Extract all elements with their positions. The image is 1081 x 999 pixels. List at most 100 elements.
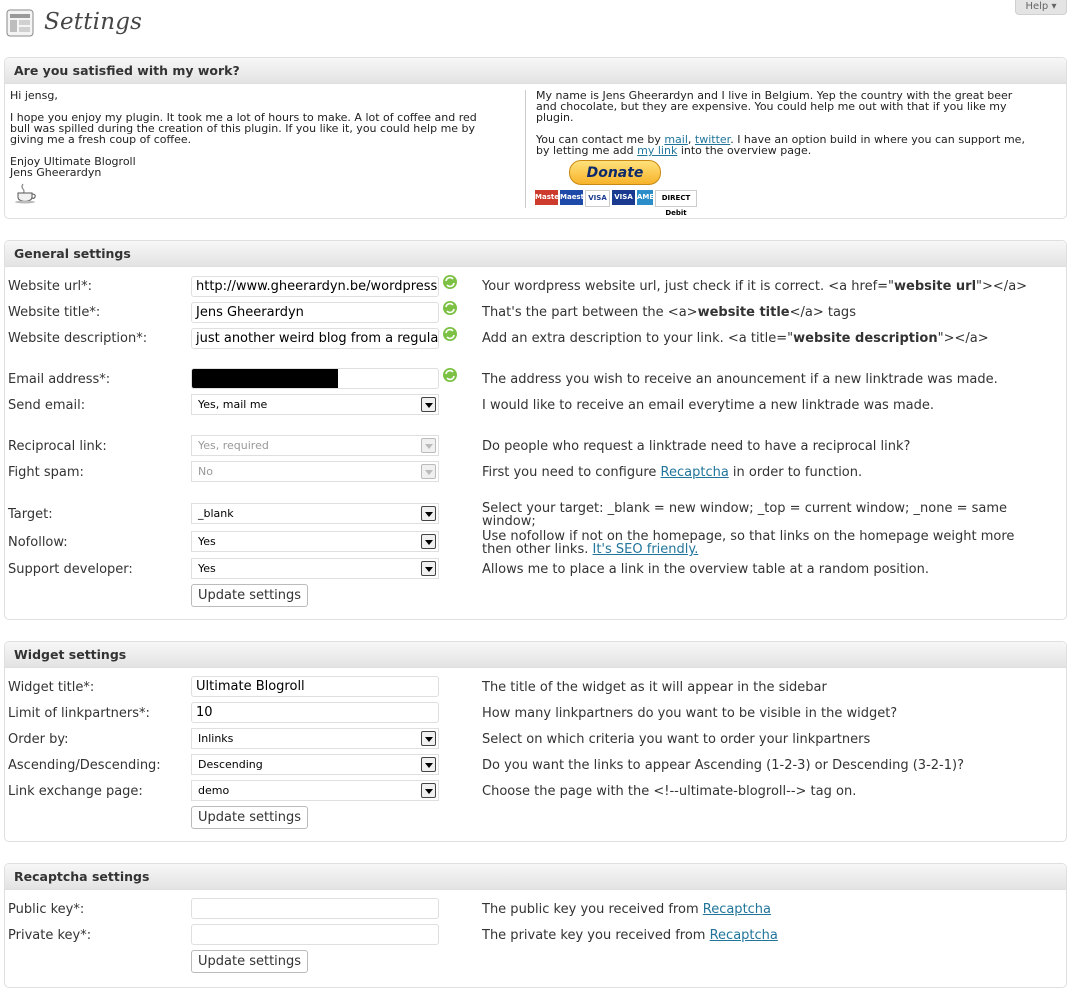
chevron-down-icon: [421, 397, 436, 412]
send-email-description: I would like to receive an email everyti…: [482, 398, 934, 413]
chevron-down-icon: [421, 783, 436, 798]
greeting-text: Hi jensg,: [10, 89, 58, 102]
widget-title-input[interactable]: Ultimate Blogroll: [191, 676, 439, 697]
coffee-cup-icon: [15, 183, 36, 204]
widget-settings-heading: Widget settings: [5, 642, 1066, 668]
public-key-input[interactable]: [191, 898, 439, 919]
support-developer-label: Support developer:: [8, 562, 133, 577]
maestro-icon: Maestro: [560, 190, 592, 205]
recaptcha-link[interactable]: Recaptcha: [710, 928, 778, 943]
recaptcha-settings-heading: Recaptcha settings: [5, 864, 1066, 890]
website-url-label: Website url*:: [8, 279, 93, 294]
target-select[interactable]: _blank: [191, 503, 439, 524]
intro-left-text: Hi jensg, I hope you enjoy my plugin. It…: [10, 90, 477, 178]
reciprocal-label: Reciprocal link:: [8, 439, 107, 454]
help-tab[interactable]: Help ▾: [1015, 0, 1067, 15]
target-label: Target:: [8, 507, 53, 522]
fight-spam-description: First you need to configure Recaptcha in…: [482, 465, 863, 480]
chevron-down-icon: [421, 506, 436, 521]
chevron-down-icon: [421, 731, 436, 746]
recaptcha-link[interactable]: Recaptcha: [661, 465, 729, 480]
chevron-down-icon: [421, 561, 436, 576]
website-url-input[interactable]: http://www.gheerardyn.be/wordpress: [191, 276, 439, 297]
order-by-description: Select on which criteria you want to ord…: [482, 732, 871, 747]
reciprocal-description: Do people who request a linktrade need t…: [482, 439, 911, 454]
satisfaction-heading: Are you satisfied with my work?: [5, 58, 1066, 84]
reciprocal-select: Yes, required: [191, 435, 439, 456]
nofollow-description: Use nofollow if not on the homepage, so …: [482, 529, 1015, 557]
settings-page-icon: [6, 9, 34, 37]
refresh-icon[interactable]: [441, 299, 459, 317]
update-general-settings-button[interactable]: Update settings: [191, 584, 309, 607]
public-key-label: Public key*:: [8, 902, 85, 917]
order-by-select[interactable]: Inlinks: [191, 728, 439, 749]
direct-debit-icon: DIRECT Debit: [655, 190, 697, 217]
send-email-label: Send email:: [8, 398, 86, 413]
mastercard-icon: MasterCard: [535, 190, 581, 205]
amex-icon: AMEX: [637, 190, 660, 205]
email-input[interactable]: [191, 368, 439, 389]
support-text: by letting me add: [536, 144, 638, 157]
exchange-page-select[interactable]: demo: [191, 780, 439, 801]
nofollow-label: Nofollow:: [8, 535, 68, 550]
email-description: The address you wish to receive an anoun…: [482, 372, 998, 387]
email-redaction: [192, 369, 338, 388]
website-description-description: Add an extra description to your link. <…: [482, 331, 989, 346]
page-header: Settings Help ▾: [0, 0, 1081, 50]
fight-spam-label: Fight spam:: [8, 465, 84, 480]
general-settings-heading: General settings: [5, 241, 1066, 267]
website-description-label: Website description*:: [8, 331, 148, 346]
asc-desc-select[interactable]: Descending: [191, 754, 439, 775]
support-developer-description: Allows me to place a link in the overvie…: [482, 562, 929, 577]
limit-label: Limit of linkpartners*:: [8, 706, 150, 721]
private-key-description: The private key you received from Recapt…: [482, 928, 778, 943]
private-key-label: Private key*:: [8, 928, 92, 943]
signature-line: Jens Gheerardyn: [10, 166, 102, 179]
page-title: Settings: [44, 9, 143, 35]
visa-icon: VISA: [585, 190, 610, 207]
website-title-description: That's the part between the <a>website t…: [482, 305, 856, 320]
public-key-description: The public key you received from Recaptc…: [482, 902, 772, 917]
asc-desc-label: Ascending/Descending:: [8, 758, 161, 773]
asc-desc-description: Do you want the links to appear Ascendin…: [482, 758, 964, 773]
update-recaptcha-settings-button[interactable]: Update settings: [191, 950, 309, 973]
recaptcha-link[interactable]: Recaptcha: [703, 902, 771, 917]
send-email-select[interactable]: Yes, mail me: [191, 394, 439, 415]
support-text: into the overview page.: [677, 144, 812, 157]
about-line: plugin.: [536, 111, 574, 124]
widget-title-description: The title of the widget as it will appea…: [482, 680, 827, 695]
my-link-link[interactable]: my link: [637, 144, 677, 157]
website-description-input[interactable]: just another weird blog from a regular: [191, 328, 439, 349]
recaptcha-settings-box: Recaptcha settings: [4, 863, 1067, 988]
payment-cards: MasterCard Maestro VISA VISA AMEX DIRECT…: [535, 190, 697, 217]
intro-paragraph-line: giving me a fresh coup of coffee.: [10, 133, 192, 146]
limit-description: How many linkpartners do you want to be …: [482, 706, 898, 721]
refresh-icon[interactable]: [441, 325, 459, 343]
donate-button[interactable]: Donate: [569, 160, 661, 185]
chevron-down-icon: [421, 438, 436, 453]
email-label: Email address*:: [8, 372, 111, 387]
chevron-down-icon: [421, 534, 436, 549]
private-key-input[interactable]: [191, 924, 439, 945]
update-widget-settings-button[interactable]: Update settings: [191, 806, 309, 829]
nofollow-select[interactable]: Yes: [191, 531, 439, 552]
seo-friendly-link[interactable]: It's SEO friendly.: [593, 542, 699, 557]
about-line: and chocolate, but they are expensive. Y…: [536, 100, 1007, 113]
chevron-down-icon: [421, 464, 436, 479]
refresh-icon[interactable]: [441, 366, 459, 384]
support-developer-select[interactable]: Yes: [191, 558, 439, 579]
refresh-icon[interactable]: [441, 273, 459, 291]
website-url-description: Your wordpress website url, just check i…: [482, 279, 1028, 294]
website-title-input[interactable]: Jens Gheerardyn: [191, 302, 439, 323]
exchange-page-label: Link exchange page:: [8, 784, 143, 799]
target-description: Select your target: _blank = new window;…: [482, 501, 1008, 529]
intro-divider: [525, 90, 526, 208]
order-by-label: Order by:: [8, 732, 69, 747]
website-title-label: Website title*:: [8, 305, 101, 320]
chevron-down-icon: [421, 757, 436, 772]
widget-title-label: Widget title*:: [8, 680, 95, 695]
intro-right-text: My name is Jens Gheerardyn and I live in…: [536, 90, 1025, 156]
visa-electron-icon: VISA: [612, 190, 635, 205]
limit-input[interactable]: 10: [191, 702, 439, 723]
fight-spam-select: No: [191, 461, 439, 482]
